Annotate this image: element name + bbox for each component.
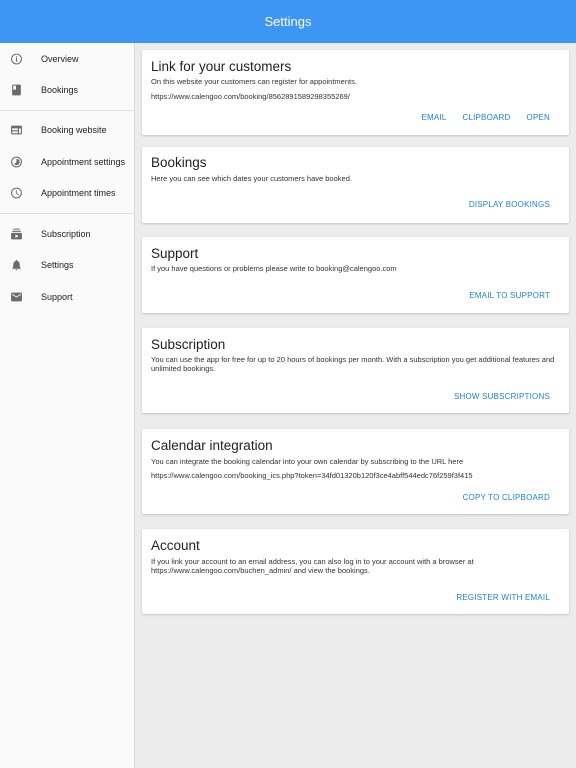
timelapse-icon bbox=[10, 156, 23, 169]
email-support-button[interactable]: EMAIL TO SUPPORT bbox=[461, 291, 559, 300]
sidebar-item-label: Appointment times bbox=[41, 187, 116, 198]
card-description: On this website your customers can regis… bbox=[151, 77, 357, 86]
card-title: Subscription bbox=[151, 337, 226, 352]
card-title: Link for your customers bbox=[151, 59, 292, 74]
app-bar: Settings bbox=[0, 0, 576, 43]
sidebar-item-bookings[interactable]: Bookings bbox=[0, 75, 135, 105]
card-description: If you link your account to an email add… bbox=[151, 557, 474, 575]
card-title: Calendar integration bbox=[151, 438, 273, 453]
card-title: Account bbox=[151, 538, 200, 553]
card-title: Bookings bbox=[151, 155, 207, 170]
card-account: Account If you link your account to an e… bbox=[142, 529, 569, 614]
book-icon bbox=[10, 84, 23, 97]
booking-url: https://www.calengoo.com/booking/8562891… bbox=[151, 92, 350, 101]
web-icon bbox=[10, 124, 23, 137]
card-customer-link: Link for your customers On this website … bbox=[142, 50, 569, 135]
sidebar-item-label: Support bbox=[41, 291, 73, 302]
card-description: You can use the app for free for up to 2… bbox=[151, 355, 555, 373]
sidebar-item-label: Overview bbox=[41, 53, 79, 64]
card-description: Here you can see which dates your custom… bbox=[151, 174, 352, 183]
sidebar-item-label: Appointment settings bbox=[41, 156, 126, 167]
copy-to-clipboard-button[interactable]: COPY TO CLIPBOARD bbox=[455, 493, 559, 502]
sidebar-item-subscription[interactable]: Subscription bbox=[0, 219, 135, 249]
sidebar-item-label: Settings bbox=[41, 259, 74, 270]
sidebar-item-support[interactable]: Support bbox=[0, 282, 135, 312]
display-bookings-button[interactable]: DISPLAY BOOKINGS bbox=[461, 200, 559, 209]
card-bookings: Bookings Here you can see which dates yo… bbox=[142, 147, 569, 223]
sidebar-item-label: Booking website bbox=[41, 124, 107, 135]
info-icon bbox=[10, 53, 23, 66]
mail-icon bbox=[10, 291, 23, 304]
card-calendar-integration: Calendar integration You can integrate t… bbox=[142, 429, 569, 514]
sidebar-divider bbox=[0, 213, 135, 214]
clipboard-button[interactable]: CLIPBOARD bbox=[454, 113, 518, 122]
sidebar-item-booking-website[interactable]: Booking website bbox=[0, 115, 135, 145]
card-description: You can integrate the booking calendar i… bbox=[151, 457, 464, 466]
sidebar-item-settings[interactable]: Settings bbox=[0, 250, 135, 280]
sidebar-divider bbox=[0, 110, 135, 111]
sidebar-item-label: Subscription bbox=[41, 228, 91, 239]
page-title: Settings bbox=[264, 14, 312, 29]
subscriptions-icon bbox=[10, 228, 23, 241]
email-button[interactable]: EMAIL bbox=[413, 113, 454, 122]
open-button[interactable]: OPEN bbox=[519, 113, 559, 122]
card-support: Support If you have questions or problem… bbox=[142, 237, 569, 313]
ics-url: https://www.calengoo.com/booking_ics.php… bbox=[151, 471, 473, 480]
sidebar-item-appointment-settings[interactable]: Appointment settings bbox=[0, 147, 135, 177]
clock-icon bbox=[10, 187, 23, 200]
card-title: Support bbox=[151, 246, 199, 261]
sidebar-item-appointment-times[interactable]: Appointment times bbox=[0, 178, 135, 208]
show-subscriptions-button[interactable]: SHOW SUBSCRIPTIONS bbox=[446, 392, 559, 401]
sidebar-item-overview[interactable]: Overview bbox=[0, 44, 135, 74]
sidebar: Overview Bookings Booking website Appoin… bbox=[0, 43, 135, 768]
card-description: If you have questions or problems please… bbox=[151, 264, 397, 273]
register-with-email-button[interactable]: REGISTER WITH EMAIL bbox=[448, 593, 559, 602]
sidebar-item-label: Bookings bbox=[41, 84, 79, 95]
bell-icon bbox=[10, 259, 23, 272]
card-subscription: Subscription You can use the app for fre… bbox=[142, 328, 569, 413]
